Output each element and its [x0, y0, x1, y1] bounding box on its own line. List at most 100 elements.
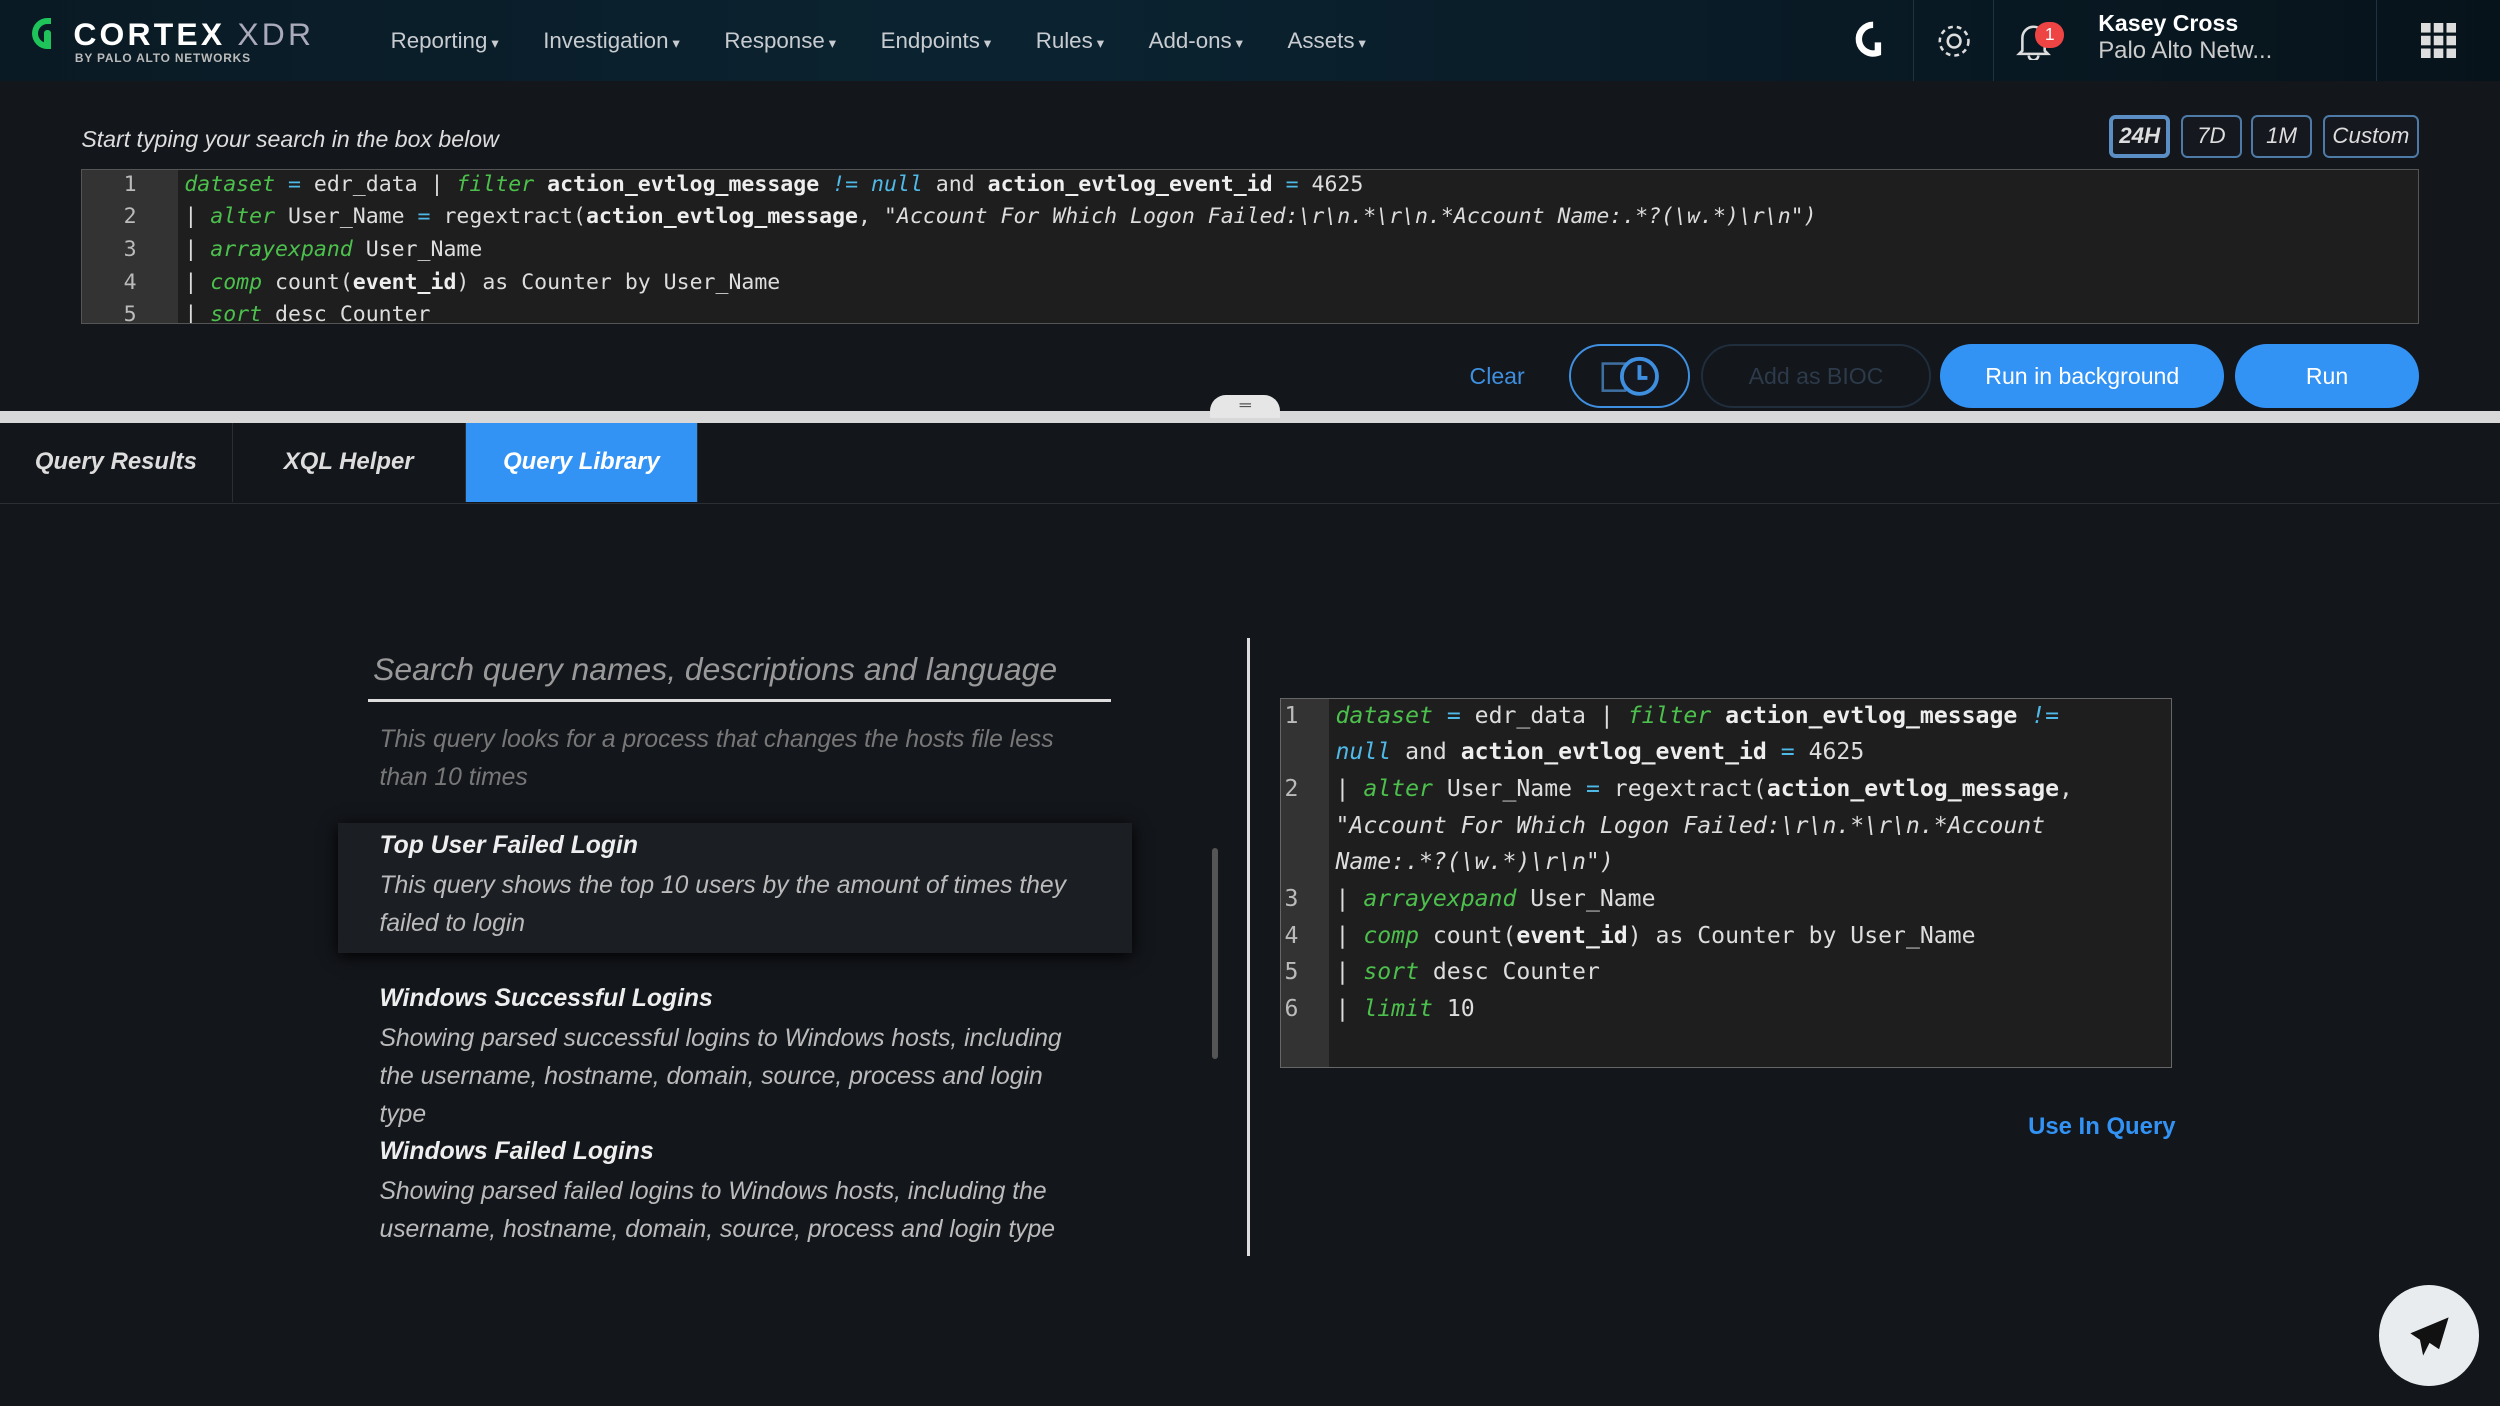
- code-token: !=: [832, 171, 859, 197]
- code-line: "Account For Which Logon Failed:\r\n.*\r…: [1336, 813, 2046, 839]
- cortex-ring-button[interactable]: [1834, 0, 1914, 81]
- code-line: | sort desc Counter: [1336, 959, 1600, 985]
- menu-endpoints[interactable]: Endpoints: [881, 28, 991, 54]
- menu-assets[interactable]: Assets: [1288, 28, 1366, 54]
- user-name: Kasey Cross: [2098, 9, 2239, 36]
- settings-button[interactable]: [1913, 0, 1993, 82]
- code-line: | arrayexpand User_Name: [1336, 886, 1656, 912]
- code-token: limit: [1363, 995, 1433, 1022]
- tab-xql-helper[interactable]: XQL Helper: [233, 422, 466, 503]
- code-token: comp: [1363, 922, 1419, 949]
- code-token: User_Name: [275, 204, 418, 230]
- code-token: 4625: [1298, 171, 1364, 197]
- menu-investigation[interactable]: Investigation: [543, 28, 679, 54]
- range-24h[interactable]: 24H: [2109, 114, 2170, 158]
- cortex-logo[interactable]: CORTEX XDR BY PALO ALTO NETWORKS: [31, 15, 351, 70]
- query-list-item[interactable]: Windows Successful Logins Showing parsed …: [338, 976, 1132, 1144]
- query-title: Top User Failed Login: [379, 832, 638, 860]
- code-line: Name:.*?(\w.*)\r\n"): [1336, 849, 1614, 875]
- line-number: 3: [1284, 885, 1299, 912]
- code-token: filter: [1627, 702, 1712, 729]
- code-token: desc Counter: [1418, 959, 1600, 986]
- menu-add-ons[interactable]: Add-ons: [1149, 28, 1243, 54]
- code-token: User_Name: [1432, 775, 1586, 802]
- code-token: User_Name: [1516, 885, 1656, 912]
- line-number: 6: [1284, 995, 1299, 1022]
- code-token: action_evtlog_event_id: [1460, 739, 1767, 766]
- query-description: This query shows the top 10 users by the…: [379, 871, 1067, 937]
- code-line: | limit 10: [1336, 996, 1475, 1022]
- query-title: Windows Failed Logins: [379, 1138, 654, 1166]
- code-token: |: [1335, 922, 1364, 949]
- tab-query-library[interactable]: Query Library: [465, 422, 699, 503]
- range-1m[interactable]: 1M: [2251, 114, 2312, 158]
- apps-grid-icon: [2420, 23, 2456, 59]
- menu-response[interactable]: Response: [724, 28, 836, 54]
- top-nav: CORTEX XDR BY PALO ALTO NETWORKS Reporti…: [0, 0, 2500, 82]
- query-list-item[interactable]: Top User Failed Login This query shows th…: [338, 822, 1132, 953]
- code-token: and: [1391, 739, 1461, 766]
- line-number: 2: [123, 204, 137, 230]
- code-token: =: [1780, 739, 1795, 766]
- code-token: desc Counter: [262, 302, 431, 324]
- code-line: null and action_evtlog_event_id = 4625: [1336, 739, 1865, 765]
- code-line: | comp count(event_id) as Counter by Use…: [1336, 923, 1976, 949]
- splitter-handle[interactable]: ═: [1210, 395, 1281, 418]
- code-token: |: [1335, 885, 1364, 912]
- code-token: action_evtlog_message: [1766, 775, 2060, 802]
- run-button[interactable]: Run: [2235, 344, 2419, 409]
- code-token: |: [184, 236, 211, 262]
- code-line: | alter User_Name = regextract(action_ev…: [184, 204, 1816, 229]
- line-number: 1: [123, 171, 137, 197]
- code-token: comp: [210, 269, 263, 295]
- brand-suffix: XDR: [237, 15, 315, 52]
- range-custom[interactable]: Custom: [2323, 114, 2419, 158]
- code-line: | arrayexpand User_Name: [184, 237, 482, 262]
- line-number: 5: [1284, 959, 1299, 986]
- query-list-item[interactable]: Windows Failed Logins Showing parsed fail…: [338, 1129, 1132, 1250]
- code-token: event_id: [1516, 922, 1628, 949]
- feedback-button[interactable]: [2378, 1285, 2480, 1386]
- tab-query-results[interactable]: Query Results: [0, 422, 233, 503]
- code-token: null: [871, 171, 923, 197]
- code-token: |: [184, 204, 211, 230]
- run-in-background-button[interactable]: Run in background: [1940, 344, 2225, 409]
- gear-icon: [1938, 25, 1970, 57]
- add-as-bioc-button[interactable]: Add as BIOC: [1701, 344, 1931, 409]
- apps-button[interactable]: [2375, 0, 2500, 82]
- line-number: 1: [1284, 702, 1299, 729]
- code-token: 10: [1432, 995, 1475, 1022]
- brand-sub: BY PALO ALTO NETWORKS: [74, 51, 251, 65]
- query-list-item[interactable]: This query looks for a process that chan…: [338, 711, 1132, 807]
- code-token: event_id: [352, 269, 457, 295]
- list-scrollbar[interactable]: [1211, 848, 1219, 1059]
- code-token: action_evtlog_event_id: [987, 171, 1273, 197]
- use-in-query-link[interactable]: Use In Query: [2028, 1113, 2175, 1141]
- code-token: sort: [210, 302, 263, 324]
- code-line: dataset = edr_data | filter action_evtlo…: [184, 172, 1363, 197]
- line-number: 3: [123, 236, 137, 262]
- query-editor[interactable]: 1 dataset = edr_data | filter action_evtl…: [81, 169, 2419, 324]
- menu-rules[interactable]: Rules: [1036, 28, 1104, 54]
- query-title: Windows Successful Logins: [379, 985, 713, 1013]
- code-token: "Account For Which Logon Failed:\r\n.*\r…: [883, 204, 1817, 230]
- range-7d[interactable]: 7D: [2181, 114, 2242, 158]
- line-number: 2: [1284, 775, 1299, 802]
- code-token: =: [1585, 775, 1600, 802]
- code-token: =: [288, 171, 301, 197]
- clear-button[interactable]: Clear: [1451, 344, 1543, 408]
- divider: [1246, 637, 1250, 1257]
- app-root: CORTEX XDR BY PALO ALTO NETWORKS Reporti…: [0, 0, 2500, 1406]
- code-line: | sort desc Counter: [184, 302, 431, 324]
- code-line: | comp count(event_id) as Counter by Use…: [184, 270, 780, 295]
- schedule-button[interactable]: [1568, 344, 1691, 409]
- menu-reporting[interactable]: Reporting: [391, 28, 499, 54]
- code-token: ,: [2059, 775, 2073, 802]
- line-number: 4: [1284, 922, 1299, 949]
- library-search-input[interactable]: Search query names, descriptions and lan…: [368, 641, 1112, 702]
- notifications-button[interactable]: 1: [1993, 0, 2073, 82]
- user-menu[interactable]: Kasey Cross Palo Alto Netw...: [2098, 10, 2272, 65]
